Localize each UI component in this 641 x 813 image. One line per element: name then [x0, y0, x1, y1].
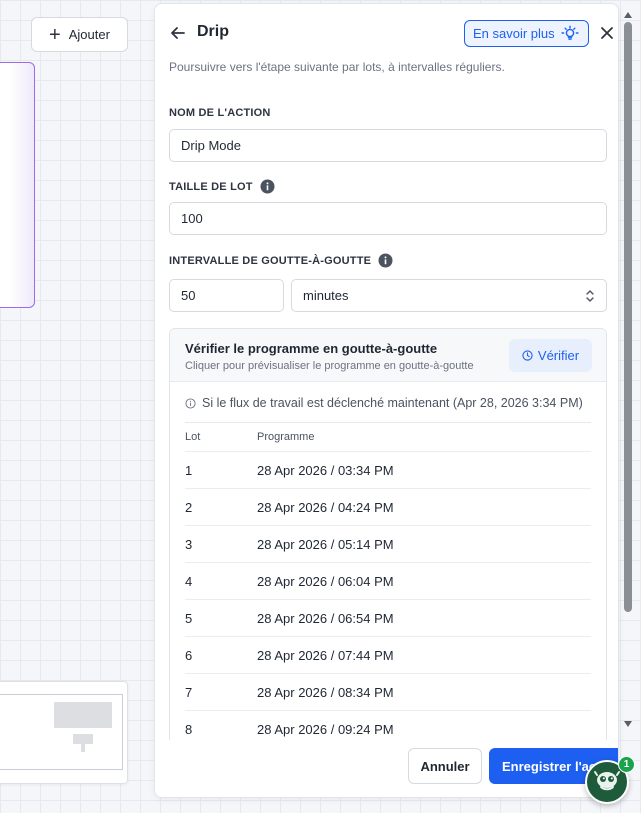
schedule-cell: 28 Apr 2026 / 06:04 PM	[257, 573, 394, 589]
learn-more-label: En savoir plus	[473, 26, 555, 41]
arrow-left-icon[interactable]	[169, 24, 187, 42]
schedule-cell: 28 Apr 2026 / 06:54 PM	[257, 610, 394, 626]
cancel-button[interactable]: Annuler	[408, 748, 482, 784]
close-icon[interactable]	[599, 25, 615, 41]
info-outline-icon	[185, 397, 196, 409]
schedule-cell: 28 Apr 2026 / 03:34 PM	[257, 462, 394, 478]
schedule-table: Lot Programme 1 28 Apr 2026 / 03:34 PM 2…	[185, 422, 591, 747]
add-button-label: Ajouter	[68, 27, 110, 42]
table-row: 6 28 Apr 2026 / 07:44 PM	[185, 636, 591, 673]
minimap[interactable]	[0, 681, 128, 784]
table-row: 3 28 Apr 2026 / 05:14 PM	[185, 525, 591, 562]
panel-footer: Annuler Enregistrer l'action	[155, 740, 618, 797]
table-row: 4 28 Apr 2026 / 06:04 PM	[185, 562, 591, 599]
trigger-note-text: Si le flux de travail est déclenché main…	[202, 396, 583, 410]
lot-cell: 1	[185, 462, 193, 478]
drip-interval-value: 50	[181, 288, 196, 303]
chevron-up-down-icon	[586, 290, 594, 302]
column-header-schedule: Programme	[257, 431, 315, 443]
minimap-node	[54, 702, 112, 728]
preview-subtitle: Cliquer pour prévisualiser le programme …	[185, 360, 474, 372]
lot-cell: 2	[185, 499, 193, 515]
lot-cell: 3	[185, 536, 193, 552]
plus-icon: +	[49, 23, 61, 46]
info-icon[interactable]	[260, 179, 275, 194]
trigger-note: Si le flux de travail est déclenché main…	[185, 396, 583, 410]
action-name-label-text: NOM DE L'ACTION	[169, 107, 271, 119]
interval-unit-select[interactable]: minutes	[291, 279, 607, 312]
lot-cell: 4	[185, 573, 193, 589]
verify-button[interactable]: Vérifier	[509, 339, 592, 372]
bot-avatar-icon	[594, 771, 620, 791]
minimap-connector	[81, 744, 85, 752]
action-name-input[interactable]: Drip Mode	[169, 129, 607, 162]
lot-cell: 6	[185, 647, 193, 663]
preview-title: Vérifier le programme en goutte-à-goutte	[185, 341, 438, 356]
panel-scrollbar[interactable]	[622, 12, 634, 734]
batch-size-label: TAILLE DE LOT	[169, 179, 275, 194]
table-row: 1 28 Apr 2026 / 03:34 PM	[185, 451, 591, 488]
add-button[interactable]: + Ajouter	[31, 17, 128, 52]
lot-cell: 8	[185, 721, 193, 737]
scroll-down-arrow-icon[interactable]	[624, 721, 632, 727]
verify-label: Vérifier	[537, 348, 580, 363]
notification-badge: 1	[618, 756, 635, 773]
lightbulb-icon	[561, 25, 579, 40]
info-icon[interactable]	[378, 253, 393, 268]
table-row: 5 28 Apr 2026 / 06:54 PM	[185, 599, 591, 636]
schedule-cell: 28 Apr 2026 / 08:34 PM	[257, 684, 394, 700]
workflow-canvas[interactable]: + Ajouter	[0, 0, 142, 798]
table-header: Lot Programme	[185, 422, 591, 451]
drip-schedule-preview: Vérifier le programme en goutte-à-goutte…	[169, 328, 607, 748]
batch-size-value: 100	[181, 211, 203, 226]
batch-size-label-text: TAILLE DE LOT	[169, 180, 253, 193]
learn-more-button[interactable]: En savoir plus	[464, 20, 589, 47]
panel-title: Drip	[197, 23, 229, 40]
clock-icon	[522, 350, 533, 361]
drip-settings-panel: Drip En savoir plus Poursuivre vers l'ét…	[154, 3, 619, 798]
minimap-node	[73, 734, 93, 744]
schedule-cell: 28 Apr 2026 / 05:14 PM	[257, 536, 394, 552]
schedule-cell: 28 Apr 2026 / 04:24 PM	[257, 499, 394, 515]
action-name-value: Drip Mode	[181, 138, 241, 153]
schedule-cell: 28 Apr 2026 / 09:24 PM	[257, 721, 394, 737]
scroll-up-arrow-icon[interactable]	[624, 12, 632, 18]
preview-header: Vérifier le programme en goutte-à-goutte…	[170, 329, 606, 382]
drip-interval-label: INTERVALLE DE GOUTTE-À-GOUTTE	[169, 253, 393, 268]
schedule-cell: 28 Apr 2026 / 07:44 PM	[257, 647, 394, 663]
column-header-lot: Lot	[185, 431, 201, 443]
drip-interval-input[interactable]: 50	[169, 279, 284, 312]
scrollbar-thumb[interactable]	[624, 22, 632, 612]
table-row: 2 28 Apr 2026 / 04:24 PM	[185, 488, 591, 525]
lot-cell: 7	[185, 684, 193, 700]
workflow-node-card[interactable]	[0, 62, 35, 308]
batch-size-input[interactable]: 100	[169, 202, 607, 235]
table-row: 7 28 Apr 2026 / 08:34 PM	[185, 673, 591, 710]
cancel-label: Annuler	[420, 758, 470, 774]
interval-unit-value: minutes	[303, 288, 349, 303]
action-name-label: NOM DE L'ACTION	[169, 107, 271, 119]
panel-subtitle: Poursuivre vers l'étape suivante par lot…	[169, 60, 505, 74]
drip-interval-label-text: INTERVALLE DE GOUTTE-À-GOUTTE	[169, 254, 372, 267]
lot-cell: 5	[185, 610, 193, 626]
panel-header: Drip En savoir plus	[169, 20, 613, 48]
